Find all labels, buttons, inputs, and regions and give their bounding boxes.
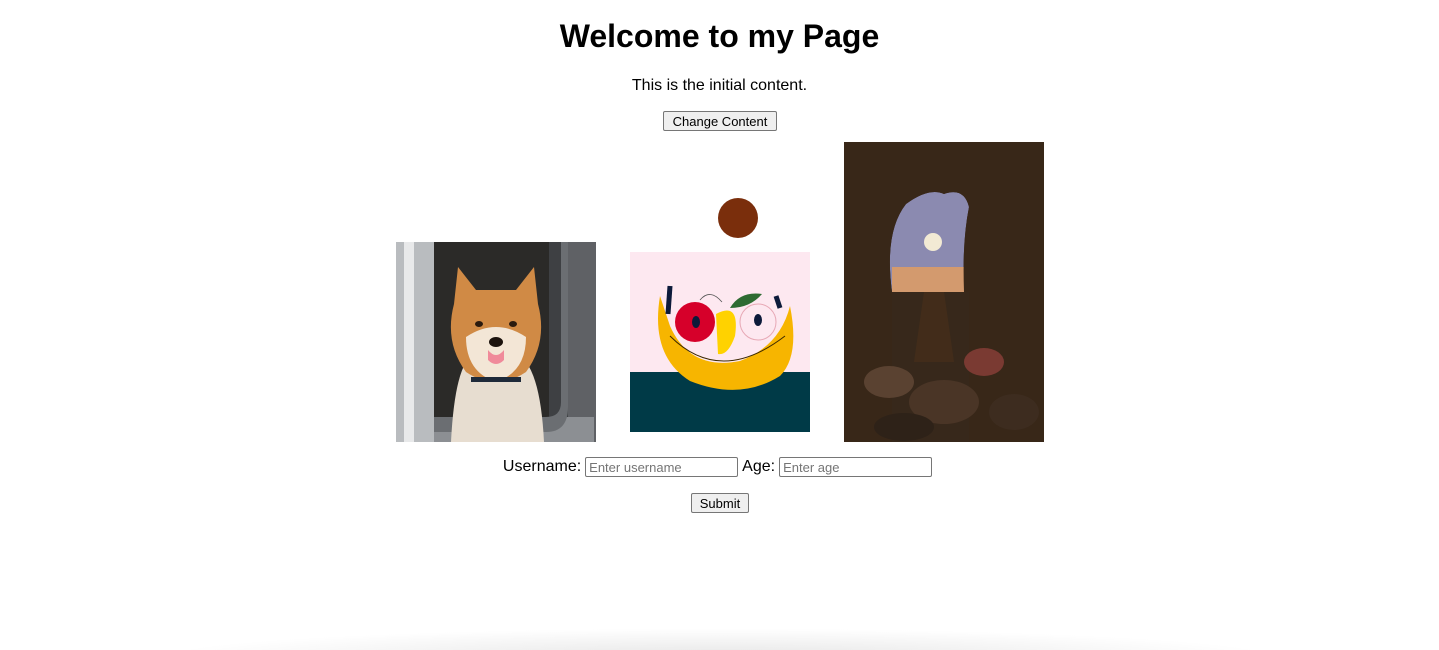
page-title: Welcome to my Page [559, 18, 880, 54]
age-label: Age: [742, 458, 776, 475]
bottom-shadow [150, 628, 1289, 650]
username-input[interactable] [585, 457, 739, 477]
content-text: This is the initial content. [631, 77, 808, 94]
user-form: Username: Age: [0, 456, 1439, 478]
username-label: Username: [502, 458, 582, 475]
shiba-dog-photo [396, 242, 596, 442]
sea-cave-moon-photo [844, 142, 1044, 442]
age-input[interactable] [779, 457, 933, 477]
change-content-button[interactable]: Change Content [663, 111, 777, 131]
fruit-bowl-illustration [630, 198, 810, 432]
submit-button[interactable]: Submit [691, 493, 749, 513]
